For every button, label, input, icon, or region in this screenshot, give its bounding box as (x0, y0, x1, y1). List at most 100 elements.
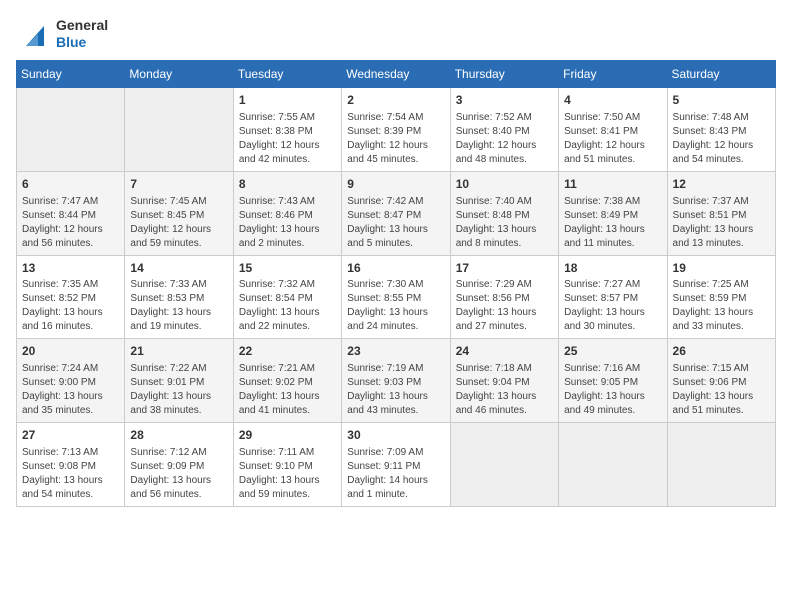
day-number: 20 (22, 343, 119, 360)
calendar-cell-2-3: 8Sunrise: 7:43 AM Sunset: 8:46 PM Daylig… (233, 171, 341, 255)
calendar-cell-5-1: 27Sunrise: 7:13 AM Sunset: 9:08 PM Dayli… (17, 423, 125, 507)
calendar-cell-1-5: 3 Sunrise: 7:52 AM Sunset: 8:40 PM Daylig… (450, 88, 558, 172)
day-number: 24 (456, 343, 553, 360)
day-detail: Sunrise: 7:47 AM Sunset: 8:44 PM Dayligh… (22, 195, 119, 251)
day-number: 15 (239, 260, 336, 277)
calendar-cell-4-5: 24 Sunrise: 7:18 AM Sunset: 9:04 PM Dayli… (450, 339, 558, 423)
week-row-2: 6 Sunrise: 7:47 AM Sunset: 8:44 PM Daylig… (17, 171, 776, 255)
logo-blue: Blue (56, 34, 108, 51)
calendar-cell-5-2: 28 Sunrise: 7:12 AM Sunset: 9:09 PM Dayli… (125, 423, 233, 507)
day-number: 19 (673, 260, 770, 277)
calendar-cell-4-1: 20 Sunrise: 7:24 AM Sunset: 9:00 PM Dayli… (17, 339, 125, 423)
day-number: 9 (347, 176, 444, 193)
calendar-cell-1-1 (17, 88, 125, 172)
day-number: 7 (130, 176, 227, 193)
day-detail: Sunrise: 7:27 AM Sunset: 8:57 PM Dayligh… (564, 278, 661, 334)
day-number: 27 (22, 427, 119, 444)
logo-svg (16, 16, 52, 52)
week-row-5: 27Sunrise: 7:13 AM Sunset: 9:08 PM Dayli… (17, 423, 776, 507)
calendar-cell-2-5: 10 Sunrise: 7:40 AM Sunset: 8:48 PM Dayli… (450, 171, 558, 255)
day-detail: Sunrise: 7:37 AM Sunset: 8:51 PM Dayligh… (673, 195, 770, 251)
calendar-cell-1-2 (125, 88, 233, 172)
day-number: 23 (347, 343, 444, 360)
day-number: 6 (22, 176, 119, 193)
day-number: 22 (239, 343, 336, 360)
day-detail: Sunrise: 7:48 AM Sunset: 8:43 PM Dayligh… (673, 111, 770, 167)
day-detail: Sunrise: 7:21 AM Sunset: 9:02 PM Dayligh… (239, 362, 336, 418)
day-number: 2 (347, 92, 444, 109)
calendar-cell-4-2: 21 Sunrise: 7:22 AM Sunset: 9:01 PM Dayli… (125, 339, 233, 423)
page-header: GeneralBlue (16, 16, 776, 52)
calendar-cell-4-6: 25 Sunrise: 7:16 AM Sunset: 9:05 PM Dayli… (559, 339, 667, 423)
logo-general: General (56, 17, 108, 34)
day-detail: Sunrise: 7:15 AM Sunset: 9:06 PM Dayligh… (673, 362, 770, 418)
calendar-cell-5-3: 29Sunrise: 7:11 AM Sunset: 9:10 PM Dayli… (233, 423, 341, 507)
week-row-3: 13Sunrise: 7:35 AM Sunset: 8:52 PM Dayli… (17, 255, 776, 339)
calendar-cell-4-7: 26 Sunrise: 7:15 AM Sunset: 9:06 PM Dayli… (667, 339, 775, 423)
day-detail: Sunrise: 7:22 AM Sunset: 9:01 PM Dayligh… (130, 362, 227, 418)
day-detail: Sunrise: 7:55 AM Sunset: 8:38 PM Dayligh… (239, 111, 336, 167)
col-header-thursday: Thursday (450, 61, 558, 88)
day-number: 26 (673, 343, 770, 360)
calendar-cell-5-5 (450, 423, 558, 507)
day-detail: Sunrise: 7:09 AM Sunset: 9:11 PM Dayligh… (347, 446, 444, 502)
calendar-cell-4-4: 23Sunrise: 7:19 AM Sunset: 9:03 PM Dayli… (342, 339, 450, 423)
day-number: 3 (456, 92, 553, 109)
logo: GeneralBlue (16, 16, 108, 52)
day-number: 11 (564, 176, 661, 193)
calendar-cell-3-6: 18Sunrise: 7:27 AM Sunset: 8:57 PM Dayli… (559, 255, 667, 339)
day-detail: Sunrise: 7:52 AM Sunset: 8:40 PM Dayligh… (456, 111, 553, 167)
calendar-cell-3-7: 19Sunrise: 7:25 AM Sunset: 8:59 PM Dayli… (667, 255, 775, 339)
day-detail: Sunrise: 7:24 AM Sunset: 9:00 PM Dayligh… (22, 362, 119, 418)
calendar-cell-4-3: 22 Sunrise: 7:21 AM Sunset: 9:02 PM Dayli… (233, 339, 341, 423)
week-row-1: 1 Sunrise: 7:55 AM Sunset: 8:38 PM Daylig… (17, 88, 776, 172)
logo-text: GeneralBlue (56, 17, 108, 51)
day-number: 16 (347, 260, 444, 277)
col-header-sunday: Sunday (17, 61, 125, 88)
calendar-cell-3-4: 16Sunrise: 7:30 AM Sunset: 8:55 PM Dayli… (342, 255, 450, 339)
calendar-cell-1-4: 2 Sunrise: 7:54 AM Sunset: 8:39 PM Daylig… (342, 88, 450, 172)
calendar-cell-2-6: 11 Sunrise: 7:38 AM Sunset: 8:49 PM Dayli… (559, 171, 667, 255)
calendar-cell-2-1: 6 Sunrise: 7:47 AM Sunset: 8:44 PM Daylig… (17, 171, 125, 255)
day-detail: Sunrise: 7:50 AM Sunset: 8:41 PM Dayligh… (564, 111, 661, 167)
day-number: 21 (130, 343, 227, 360)
calendar-cell-2-7: 12Sunrise: 7:37 AM Sunset: 8:51 PM Dayli… (667, 171, 775, 255)
day-number: 13 (22, 260, 119, 277)
calendar-cell-3-5: 17Sunrise: 7:29 AM Sunset: 8:56 PM Dayli… (450, 255, 558, 339)
day-detail: Sunrise: 7:33 AM Sunset: 8:53 PM Dayligh… (130, 278, 227, 334)
day-detail: Sunrise: 7:32 AM Sunset: 8:54 PM Dayligh… (239, 278, 336, 334)
calendar-cell-5-6 (559, 423, 667, 507)
day-detail: Sunrise: 7:18 AM Sunset: 9:04 PM Dayligh… (456, 362, 553, 418)
day-number: 10 (456, 176, 553, 193)
day-detail: Sunrise: 7:30 AM Sunset: 8:55 PM Dayligh… (347, 278, 444, 334)
day-number: 25 (564, 343, 661, 360)
day-number: 28 (130, 427, 227, 444)
calendar-header: SundayMondayTuesdayWednesdayThursdayFrid… (17, 61, 776, 88)
day-detail: Sunrise: 7:42 AM Sunset: 8:47 PM Dayligh… (347, 195, 444, 251)
day-detail: Sunrise: 7:11 AM Sunset: 9:10 PM Dayligh… (239, 446, 336, 502)
day-number: 18 (564, 260, 661, 277)
day-detail: Sunrise: 7:25 AM Sunset: 8:59 PM Dayligh… (673, 278, 770, 334)
day-detail: Sunrise: 7:16 AM Sunset: 9:05 PM Dayligh… (564, 362, 661, 418)
day-number: 14 (130, 260, 227, 277)
calendar-cell-2-4: 9 Sunrise: 7:42 AM Sunset: 8:47 PM Daylig… (342, 171, 450, 255)
col-header-monday: Monday (125, 61, 233, 88)
calendar-cell-2-2: 7Sunrise: 7:45 AM Sunset: 8:45 PM Daylig… (125, 171, 233, 255)
calendar-cell-5-4: 30 Sunrise: 7:09 AM Sunset: 9:11 PM Dayli… (342, 423, 450, 507)
col-header-saturday: Saturday (667, 61, 775, 88)
week-row-4: 20 Sunrise: 7:24 AM Sunset: 9:00 PM Dayli… (17, 339, 776, 423)
day-number: 4 (564, 92, 661, 109)
day-number: 5 (673, 92, 770, 109)
day-detail: Sunrise: 7:54 AM Sunset: 8:39 PM Dayligh… (347, 111, 444, 167)
calendar-cell-3-3: 15Sunrise: 7:32 AM Sunset: 8:54 PM Dayli… (233, 255, 341, 339)
day-detail: Sunrise: 7:40 AM Sunset: 8:48 PM Dayligh… (456, 195, 553, 251)
day-number: 17 (456, 260, 553, 277)
calendar-table: SundayMondayTuesdayWednesdayThursdayFrid… (16, 60, 776, 507)
day-detail: Sunrise: 7:12 AM Sunset: 9:09 PM Dayligh… (130, 446, 227, 502)
day-number: 30 (347, 427, 444, 444)
day-number: 1 (239, 92, 336, 109)
day-detail: Sunrise: 7:43 AM Sunset: 8:46 PM Dayligh… (239, 195, 336, 251)
day-detail: Sunrise: 7:38 AM Sunset: 8:49 PM Dayligh… (564, 195, 661, 251)
calendar-cell-3-1: 13Sunrise: 7:35 AM Sunset: 8:52 PM Dayli… (17, 255, 125, 339)
day-detail: Sunrise: 7:35 AM Sunset: 8:52 PM Dayligh… (22, 278, 119, 334)
